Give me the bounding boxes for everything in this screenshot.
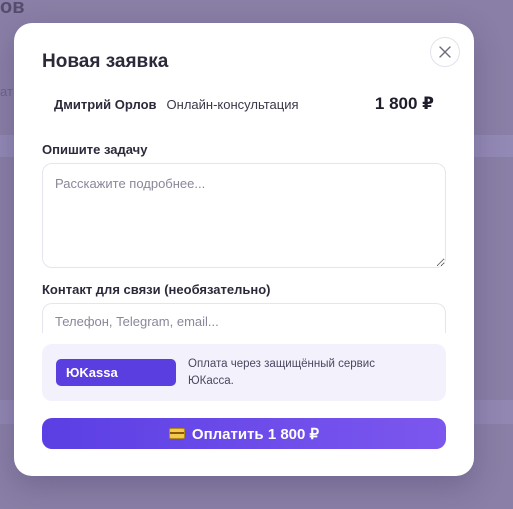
- close-icon: [439, 46, 451, 58]
- credit-card-icon: [168, 428, 185, 439]
- request-modal: Новая заявка Дмитрий Орлов Онлайн-консул…: [14, 23, 474, 476]
- specialist-name: Дмитрий Орлов: [54, 96, 157, 112]
- task-field-label: Опишите задачу: [42, 142, 148, 157]
- page: ов ат Новая заявка Дмитрий Орлов Онлайн-…: [0, 0, 513, 509]
- order-summary: Дмитрий Орлов Онлайн-консультация 1 800 …: [54, 93, 434, 115]
- modal-title: Новая заявка: [42, 51, 169, 72]
- close-button[interactable]: [430, 37, 460, 67]
- background-text-fragment: ат: [0, 84, 13, 99]
- contact-field-label: Контакт для связи (необязательно): [42, 282, 271, 297]
- background-page-title: ов: [0, 0, 25, 18]
- payment-info-box: ЮKassa Оплата через защищённый сервис ЮК…: [42, 344, 446, 401]
- pay-button[interactable]: Оплатить 1 800 ₽: [42, 418, 446, 449]
- contact-input[interactable]: [42, 303, 446, 333]
- yookassa-badge: ЮKassa: [56, 359, 176, 386]
- pay-button-label: Оплатить 1 800 ₽: [191, 425, 320, 443]
- price: 1 800 ₽: [374, 94, 434, 113]
- task-description-textarea[interactable]: [42, 163, 446, 268]
- service-name: Онлайн-консультация: [166, 96, 299, 112]
- payment-note: Оплата через защищённый сервис ЮКасса.: [188, 358, 375, 387]
